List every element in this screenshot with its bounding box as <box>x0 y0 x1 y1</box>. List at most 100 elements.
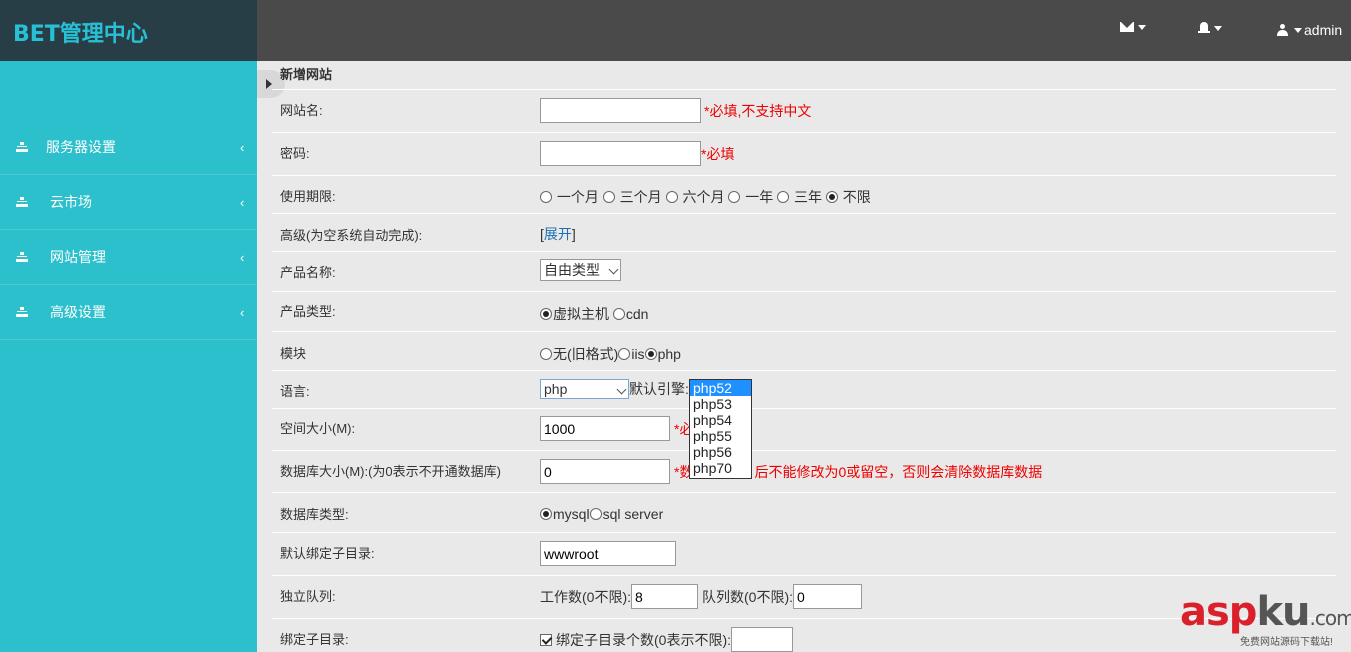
db-hint-end: 后不能修改为0或留空，否则会清除数据库数据 <box>754 463 1043 480</box>
module-radio-php[interactable] <box>644 348 657 360</box>
db-size-input[interactable] <box>540 459 670 484</box>
engine-option[interactable]: php52 <box>690 380 751 396</box>
sitemap-icon <box>16 141 28 153</box>
language-select[interactable]: php <box>540 379 629 399</box>
checkbox-label: 绑定子目录个数(0表示不限): <box>556 631 731 648</box>
chevron-down-icon <box>608 264 619 275</box>
sidebar-item-advanced-settings[interactable]: 高级设置 ‹ <box>0 285 257 340</box>
sidebar-item-label: 云市场 <box>50 194 92 210</box>
field-label: 默认绑定子目录: <box>280 546 375 561</box>
sidebar-item-site-management[interactable]: 网站管理 ‹ <box>0 230 257 285</box>
row-password: 密码: *必填 <box>272 133 1336 176</box>
row-advanced: 高级(为空系统自动完成): [展开] <box>272 214 1336 252</box>
radio-label: 一年 <box>745 189 774 205</box>
bind-dir-checkbox[interactable] <box>540 633 552 646</box>
radio-label: 六个月 <box>682 189 725 205</box>
radio-label: iis <box>631 346 645 362</box>
select-value: php <box>544 381 568 397</box>
field-label: 数据库大小(M):(为0表示不开通数据库) <box>280 464 501 479</box>
sitemap-icon <box>16 196 28 208</box>
caret-down-icon <box>1138 24 1146 30</box>
user-icon <box>1277 23 1288 37</box>
sidebar-item-label: 服务器设置 <box>46 139 116 155</box>
queue-label: 队列数(0不限): <box>702 588 793 605</box>
field-label: 语言: <box>280 384 310 399</box>
row-db-type: 数据库类型: mysql sql server <box>272 493 1336 533</box>
row-product-name: 产品名称: 自由类型 <box>272 252 1336 292</box>
engine-label: 默认引擎: <box>629 381 689 397</box>
field-label: 高级(为空系统自动完成): <box>280 228 423 243</box>
engine-dropdown-list: php52 php53 php54 php55 php56 php70 <box>689 379 752 479</box>
password-input[interactable] <box>540 141 701 166</box>
radio-label: 一个月 <box>556 189 599 205</box>
workers-label: 工作数(0不限): <box>540 588 631 605</box>
field-label: 密码: <box>280 146 310 161</box>
period-radio-1y[interactable] <box>728 191 741 203</box>
row-default-dir: 默认绑定子目录: <box>272 533 1336 576</box>
queue-input[interactable] <box>793 584 862 609</box>
sidebar-item-server-settings[interactable]: 服务器设置 ‹ <box>0 120 257 175</box>
user-name: admin <box>1304 22 1343 38</box>
row-product-type: 产品类型: 虚拟主机 cdn <box>272 292 1336 332</box>
space-size-input[interactable] <box>540 416 670 441</box>
watermark-text: asp <box>1180 589 1257 635</box>
field-label: 独立队列: <box>280 589 336 604</box>
row-bind-dir: 绑定子目录: 绑定子目录个数(0表示不限): <box>272 619 1336 652</box>
product-type-radio-cdn[interactable] <box>612 308 625 320</box>
radio-label: mysql <box>553 506 590 522</box>
bell-icon <box>1198 22 1210 34</box>
form-title-row: 新增网站 <box>272 61 1336 90</box>
row-queue: 独立队列: 工作数(0不限): 队列数(0不限): <box>272 576 1336 619</box>
engine-option[interactable]: php70 <box>690 460 751 476</box>
chevron-left-icon: ‹ <box>240 304 245 320</box>
required-hint: *必填,不支持中文 <box>704 102 812 119</box>
engine-option[interactable]: php56 <box>690 444 751 460</box>
field-label: 产品类型: <box>280 304 336 319</box>
period-radio-unlimited[interactable] <box>825 191 838 203</box>
radio-label: 虚拟主机 <box>553 306 609 322</box>
sidebar-item-label: 高级设置 <box>50 304 106 320</box>
period-radio-6m[interactable] <box>665 191 678 203</box>
module-radio-iis[interactable] <box>618 348 631 360</box>
watermark-text: ku <box>1256 589 1310 635</box>
engine-option[interactable]: php55 <box>690 428 751 444</box>
watermark-subtext: 免费网站源码下载站! <box>1240 637 1333 648</box>
row-language: 语言: php 默认引擎: <box>272 371 1336 409</box>
product-name-select[interactable]: 自由类型 <box>540 259 621 281</box>
caret-down-icon <box>1214 25 1222 31</box>
expand-link[interactable]: 展开 <box>544 224 572 244</box>
notifications-menu[interactable] <box>1198 22 1222 34</box>
default-dir-input[interactable] <box>540 541 676 566</box>
field-label: 空间大小(M): <box>280 421 356 436</box>
period-radio-3y[interactable] <box>777 191 790 203</box>
engine-option[interactable]: php53 <box>690 396 751 412</box>
watermark-logo: aspku.com 免费网站源码下载站! <box>1180 589 1351 648</box>
row-period: 使用期限: 一个月 三个月 六个月 一年 三年 不限 <box>272 176 1336 214</box>
field-label: 产品名称: <box>280 265 336 280</box>
site-name-input[interactable] <box>540 98 701 123</box>
period-radio-1m[interactable] <box>540 191 552 203</box>
chevron-left-icon: ‹ <box>240 249 245 265</box>
engine-option[interactable]: php54 <box>690 412 751 428</box>
bind-dir-count-input[interactable] <box>731 627 793 652</box>
workers-input[interactable] <box>631 584 698 609</box>
user-menu[interactable]: admin <box>1277 22 1342 38</box>
period-radio-3m[interactable] <box>602 191 615 203</box>
chevron-down-icon <box>616 384 627 395</box>
field-label: 使用期限: <box>280 189 336 204</box>
required-hint: *必填 <box>701 145 735 162</box>
watermark-text: .com <box>1309 606 1351 630</box>
select-value: 自由类型 <box>544 262 600 278</box>
product-type-radio-host[interactable] <box>540 308 552 320</box>
field-label: 模块 <box>280 346 307 361</box>
bracket: ] <box>571 226 576 242</box>
module-radio-none[interactable] <box>540 348 552 360</box>
db-type-radio-mysql[interactable] <box>540 508 552 520</box>
top-navbar: admin <box>257 0 1351 61</box>
db-type-radio-sqlserver[interactable] <box>589 508 602 520</box>
sitemap-icon <box>16 306 28 318</box>
row-site-name: 网站名: *必填,不支持中文 <box>272 90 1336 133</box>
sidebar-item-cloud-market[interactable]: 云市场 ‹ <box>0 175 257 230</box>
messages-menu[interactable] <box>1120 22 1146 32</box>
radio-label: 三年 <box>794 189 823 205</box>
